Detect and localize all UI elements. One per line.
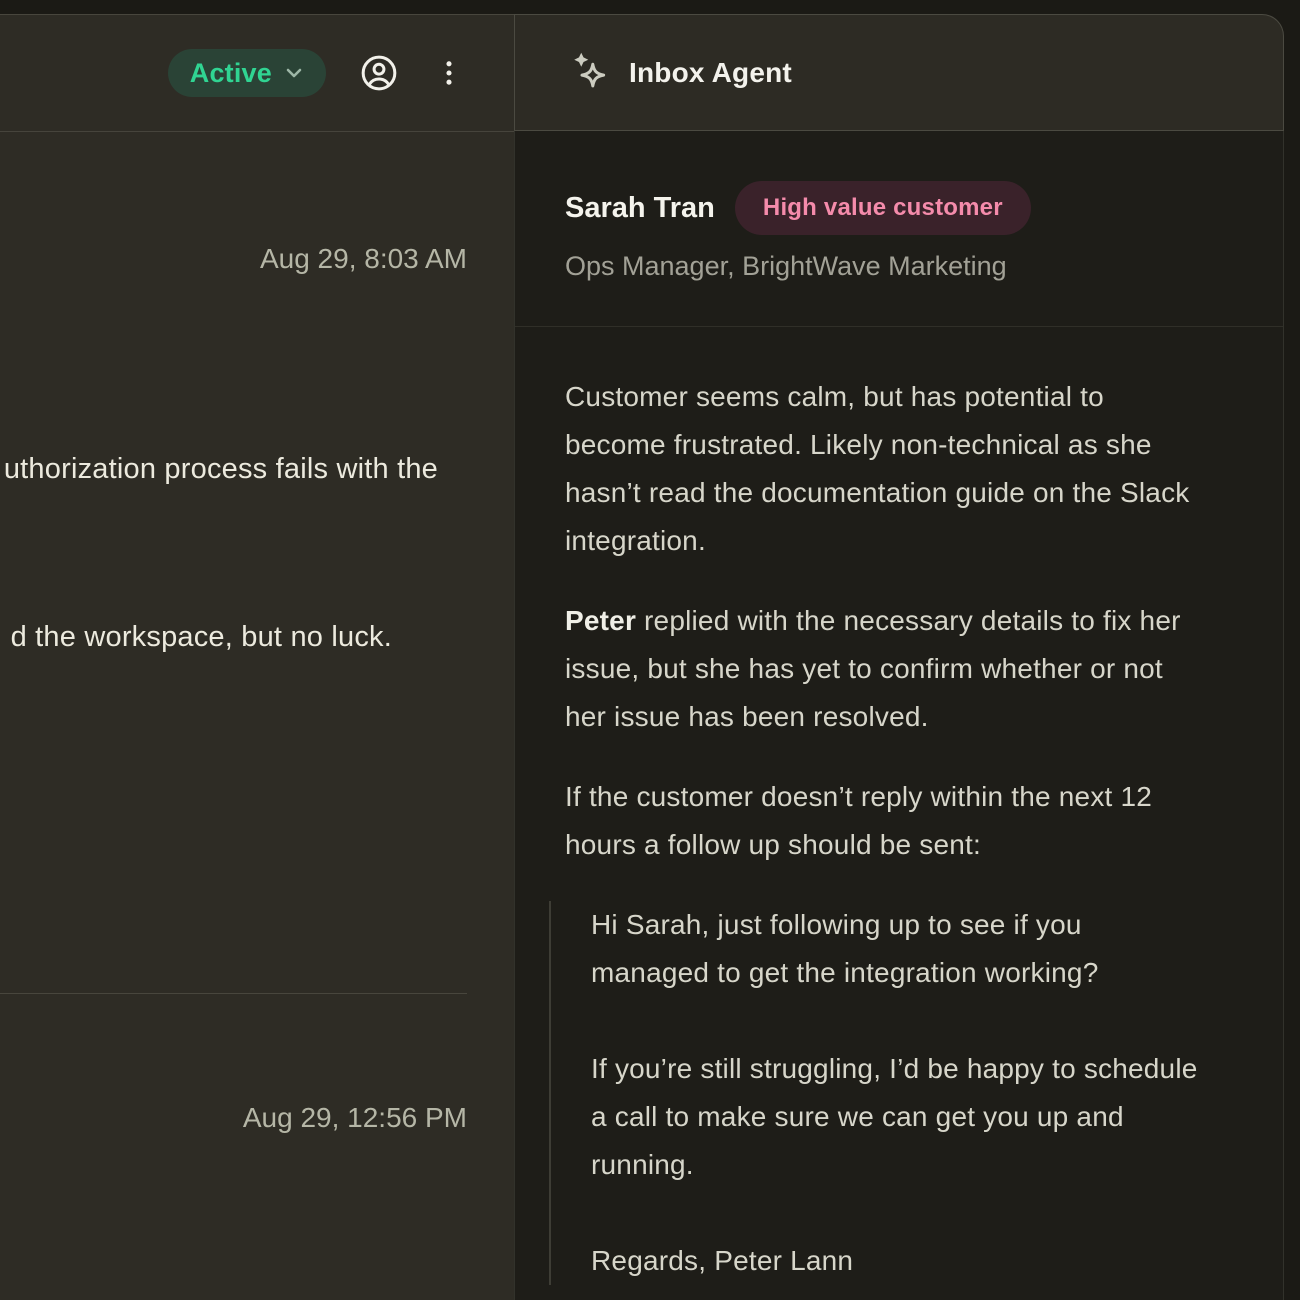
user-circle-icon (360, 54, 398, 92)
chevron-down-icon (282, 61, 306, 85)
inbox-agent-header: Inbox Agent (514, 14, 1284, 131)
inbox-agent-body: Sarah Tran High value customer Ops Manag… (514, 131, 1284, 1300)
customer-row: Sarah Tran High value customer (565, 131, 1233, 235)
customer-value-badge: High value customer (735, 181, 1031, 235)
quote-paragraph: If you’re still struggling, I’d be happy… (591, 1045, 1233, 1189)
conversation-toolbar: Active (0, 15, 514, 132)
message-timestamp: Aug 29, 8:03 AM (260, 243, 467, 275)
conversation-panel: Active (0, 14, 514, 1300)
agent-name-bold: Peter (565, 605, 636, 636)
summary-paragraph-text: replied with the necessary details to fi… (565, 605, 1181, 732)
message-text-fragment: d the workspace, but no luck. (11, 621, 392, 654)
customer-role: Ops Manager, BrightWave Marketing (565, 251, 1233, 282)
suggested-followup-quote: Hi Sarah, just following up to see if yo… (549, 901, 1233, 1285)
message-timestamp: Aug 29, 12:56 PM (243, 1102, 467, 1134)
customer-name: Sarah Tran (565, 192, 715, 225)
inbox-agent-panel: Inbox Agent Sarah Tran High value custom… (514, 14, 1284, 1300)
message-text-fragment: uthorization process fails with the (4, 453, 438, 486)
kebab-menu-icon (432, 56, 466, 90)
status-label: Active (190, 58, 272, 89)
customer-profile-button[interactable] (360, 54, 398, 92)
summary-paragraph: Peter replied with the necessary details… (565, 597, 1233, 741)
section-divider (515, 326, 1283, 327)
quote-paragraph: Regards, Peter Lann (591, 1237, 1233, 1285)
message-divider (0, 993, 467, 994)
summary-paragraph: If the customer doesn’t reply within the… (565, 773, 1233, 869)
sparkles-icon (569, 50, 611, 96)
quote-paragraph: Hi Sarah, just following up to see if yo… (591, 901, 1233, 997)
status-dropdown[interactable]: Active (168, 49, 326, 97)
panel-title: Inbox Agent (629, 57, 792, 89)
agent-summary: Customer seems calm, but has potential t… (565, 373, 1233, 1285)
more-options-button[interactable] (432, 56, 466, 90)
summary-paragraph: Customer seems calm, but has potential t… (565, 373, 1233, 565)
